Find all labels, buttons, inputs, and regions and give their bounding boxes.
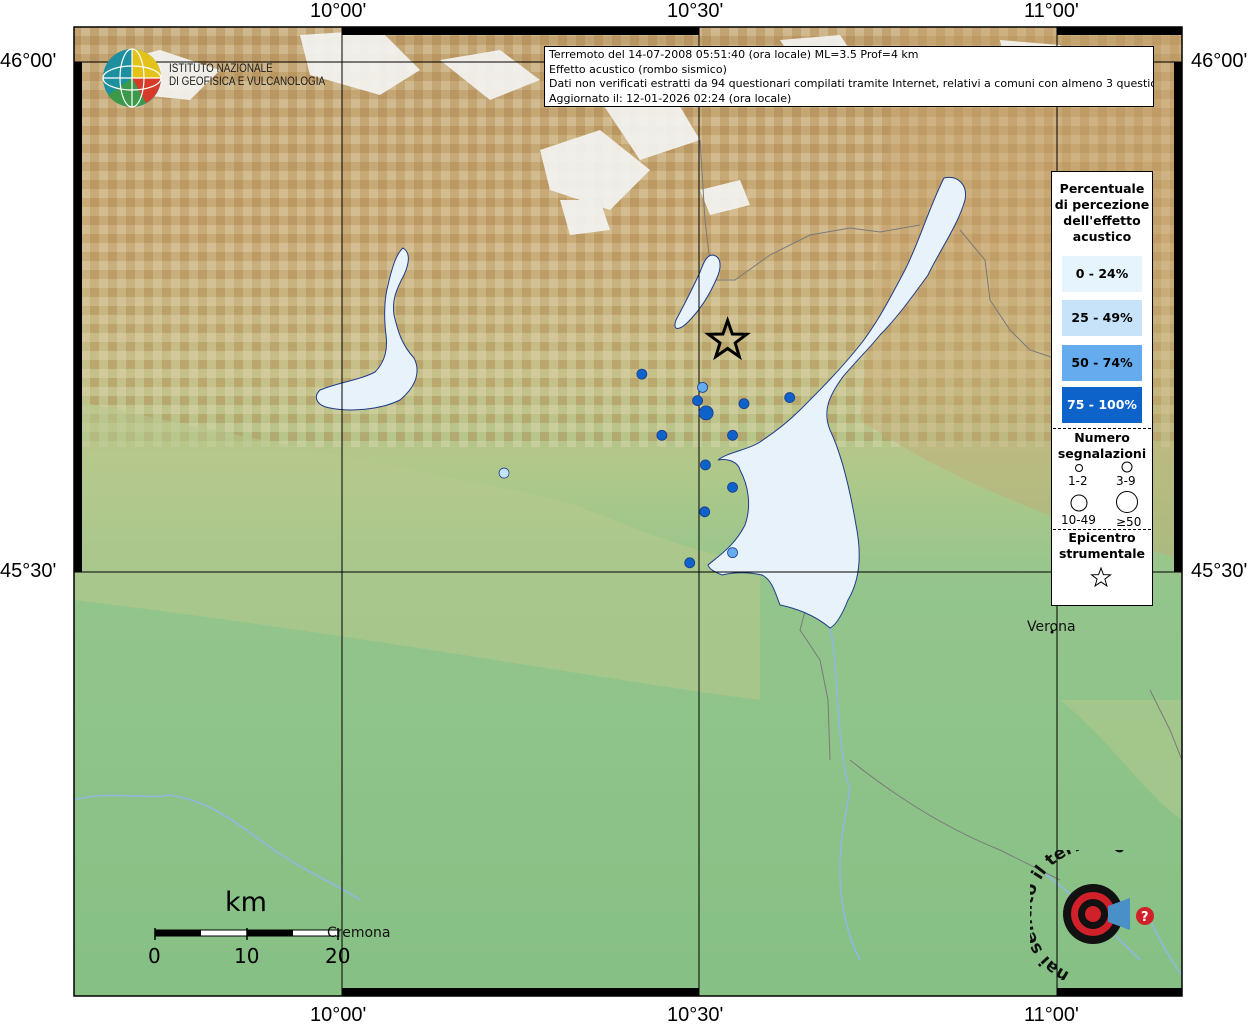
lat-label-right-1: 46°00' [1191,50,1248,72]
lon-label-top-3: 11°00' [1024,0,1079,22]
institute-line-1: ISTITUTO NAZIONALE [169,63,273,75]
scale-tick-0: 0 [148,944,161,968]
legend-count-3-9: 3-9 [1116,474,1136,488]
survey-point-5 [784,392,796,403]
survey-point-7 [656,429,668,441]
survey-point-1 [636,368,648,380]
scale-tick-20: 20 [325,944,351,968]
map-figure: ? 10°00' 10°30' 11°00' 10°00' 10°30' 11°… [0,0,1255,1026]
scale-tick-10: 10 [234,944,260,968]
survey-point-14 [684,557,696,569]
legend-epi-title-1: Epicentro [1068,530,1136,545]
survey-point-4 [738,398,750,410]
lon-label-top-1: 10°00' [310,0,367,22]
institute-name: ISTITUTO NAZIONALE DI GEOFISICA E VULCAN… [169,63,325,89]
ingv-logo [102,48,162,108]
survey-point-9 [498,467,510,479]
event-info-box: Terremoto del 14-07-2008 05:51:40 (ora l… [544,46,1154,107]
haisentito-text: hai sentito il terremoto.it [1030,850,1147,980]
lat-label-right-2: 45°30' [1191,560,1248,582]
city-label-verona: Verona [1027,619,1076,635]
legend-count-50plus: ≥50 [1116,515,1142,529]
legend-star-icon [1090,566,1112,588]
survey-point-10 [700,459,711,471]
survey-point-8 [727,429,738,441]
survey-point-11 [727,481,738,493]
event-effect: Effetto acustico (rombo sismico) [549,62,727,76]
survey-point-13 [727,547,738,559]
lat-label-left-1: 46°00' [0,50,57,72]
lon-label-top-2: 10°30' [667,0,724,22]
survey-point-12 [699,506,711,518]
city-label-cremona: Cremona [327,925,391,941]
scale-title: km [225,887,267,918]
legend-epi-title-2: strumentale [1058,546,1146,561]
survey-point-6 [698,405,714,421]
svg-text:hai sentito il terremoto.it: hai sentito il terremoto.it [1030,850,1147,980]
survey-point-2 [697,381,708,393]
event-data-note: Dati non verificati estratti da 94 quest… [549,77,1154,90]
lat-label-left-2: 45°30' [0,560,57,582]
event-title: Terremoto del 14-07-2008 05:51:40 (ora l… [549,48,919,61]
legend-count-10-49: 10-49 [1061,513,1096,527]
institute-line-2: DI GEOFISICA E VULCANOLOGIA [169,76,326,88]
survey-point-3 [692,395,703,407]
legend-count-1-2: 1-2 [1068,474,1088,488]
legend: Percentuale di percezione dell'effetto a… [1051,171,1153,606]
event-updated: Aggiornato il: 12-01-2026 02:24 (ora loc… [549,91,792,105]
